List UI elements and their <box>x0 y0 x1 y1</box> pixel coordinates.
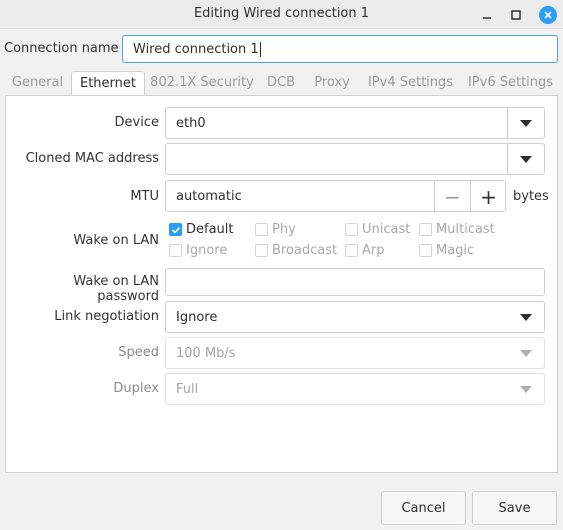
tab-dcb[interactable]: DCB <box>261 71 301 95</box>
link-negotiation-dropdown-button[interactable] <box>507 302 544 332</box>
wol-password-label: Wake on LAN password <box>73 274 159 304</box>
cancel-button[interactable]: Cancel <box>381 491 466 525</box>
speed-value: 100 Mb/s <box>176 345 236 361</box>
close-button[interactable] <box>537 4 559 26</box>
wol-arp-label: Arp <box>362 243 385 258</box>
wol-unicast-checkbox[interactable]: Unicast <box>345 222 410 237</box>
wol-arp-checkbox[interactable]: Arp <box>345 243 385 258</box>
connection-name-input[interactable]: Wired connection 1 <box>122 35 558 63</box>
wol-default-label: Default <box>186 222 234 237</box>
maximize-icon <box>511 10 521 20</box>
tab-proxy[interactable]: Proxy <box>306 71 358 95</box>
chevron-down-icon <box>519 349 532 357</box>
minimize-icon <box>483 17 491 19</box>
checkmark-icon <box>171 226 180 234</box>
duplex-value: Full <box>176 381 199 397</box>
tab-ipv6-settings[interactable]: IPv6 Settings <box>463 71 558 95</box>
wake-on-lan-label: Wake on LAN <box>73 233 159 248</box>
connection-name-label: Connection name <box>4 41 119 56</box>
link-negotiation-value: Ignore <box>176 309 218 325</box>
chevron-down-icon <box>520 155 532 163</box>
wol-magic-checkbox[interactable]: Magic <box>419 243 474 258</box>
mtu-decrement-button[interactable]: − <box>434 181 470 213</box>
wol-magic-label: Magic <box>436 243 475 258</box>
wol-phy-checkbox[interactable]: Phy <box>255 222 296 237</box>
tab-ethernet[interactable]: Ethernet <box>71 71 145 97</box>
speed-combo[interactable]: 100 Mb/s <box>165 337 545 369</box>
cloned-mac-label: Cloned MAC address <box>25 151 159 166</box>
chevron-down-icon <box>520 119 532 127</box>
tab-general[interactable]: General <box>5 71 70 95</box>
save-button[interactable]: Save <box>472 491 557 525</box>
mtu-spinbox[interactable]: automatic − + <box>165 180 506 213</box>
duplex-combo[interactable]: Full <box>165 373 545 405</box>
device-combo[interactable]: eth0 <box>165 107 545 139</box>
plus-icon: + <box>480 185 497 209</box>
speed-label: Speed <box>118 345 159 360</box>
chevron-down-icon <box>519 313 532 321</box>
link-negotiation-combo[interactable]: Ignore <box>165 301 545 333</box>
device-value: eth0 <box>176 115 206 131</box>
speed-dropdown-button[interactable] <box>507 338 544 368</box>
wol-ignore-checkbox[interactable]: Ignore <box>169 243 227 258</box>
connection-name-value: Wired connection 1 <box>133 41 259 57</box>
duplex-dropdown-button[interactable] <box>507 374 544 404</box>
wol-ignore-label: Ignore <box>186 243 228 258</box>
wol-broadcast-checkbox[interactable]: Broadcast <box>255 243 337 258</box>
maximize-button[interactable] <box>505 4 527 26</box>
mtu-value: automatic <box>176 188 242 204</box>
wol-broadcast-label: Broadcast <box>272 243 338 258</box>
minus-icon: − <box>444 185 461 209</box>
duplex-label: Duplex <box>113 381 159 396</box>
mtu-unit-label: bytes <box>513 189 549 204</box>
wol-multicast-label: Multicast <box>436 222 495 237</box>
device-label: Device <box>114 115 159 130</box>
link-negotiation-label: Link negotiation <box>54 309 159 324</box>
tab-8021x-security[interactable]: 802.1X Security <box>147 71 257 95</box>
title-bar: Editing Wired connection 1 <box>0 0 563 29</box>
wol-phy-label: Phy <box>272 222 296 237</box>
text-cursor <box>259 41 261 57</box>
wol-default-checkbox[interactable]: Default <box>169 222 234 237</box>
wol-multicast-checkbox[interactable]: Multicast <box>419 222 495 237</box>
mtu-increment-button[interactable]: + <box>470 181 506 213</box>
minimize-button[interactable] <box>476 4 498 26</box>
device-dropdown-button[interactable] <box>507 108 544 138</box>
close-icon <box>544 11 552 19</box>
tab-ipv4-settings[interactable]: IPv4 Settings <box>363 71 458 95</box>
chevron-down-icon <box>519 385 532 393</box>
mtu-label: MTU <box>130 189 159 204</box>
cloned-mac-combo[interactable] <box>165 143 545 175</box>
wol-unicast-label: Unicast <box>362 222 411 237</box>
cloned-mac-dropdown-button[interactable] <box>507 144 544 174</box>
wol-password-input[interactable] <box>165 268 545 296</box>
